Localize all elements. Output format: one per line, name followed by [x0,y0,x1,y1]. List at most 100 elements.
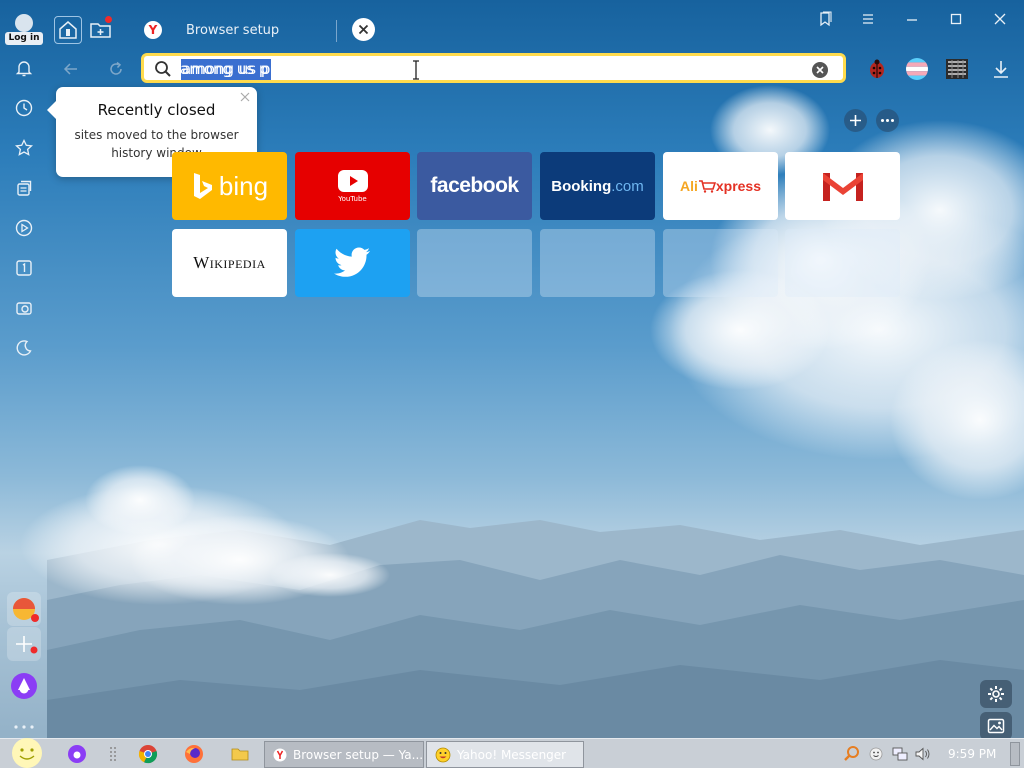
tab-browser-setup[interactable]: Browser setup [128,10,338,50]
bell-icon [15,61,33,77]
tab-counter-button[interactable] [10,254,38,282]
camera-icon [16,302,32,315]
popup-title: Recently closed [97,101,216,119]
task-label: Yahoo! Messenger [457,747,567,762]
tile-wikipedia[interactable]: Wikipedia [172,229,287,297]
tab-close-button[interactable] [352,18,375,41]
extension-ladybug-button[interactable] [864,56,890,82]
maximize-button[interactable] [941,8,971,30]
moon-icon [16,340,32,356]
screenshot-button[interactable] [10,294,38,322]
notification-dot [105,16,112,23]
tile-facebook[interactable]: facebook [417,152,532,220]
text-cursor-icon [413,60,419,80]
login-label: Log in [5,32,43,45]
add-sidebar-app-button[interactable] [7,627,41,661]
file-manager-taskbar-icon[interactable] [230,744,250,764]
tile-youtube[interactable]: YouTube [295,152,410,220]
tile-aliexpress[interactable]: Ali xpress [663,152,778,220]
image-icon [987,718,1005,734]
night-mode-button[interactable] [10,334,38,362]
download-icon [994,61,1008,78]
reload-button[interactable] [103,56,129,82]
tile-empty-slot[interactable] [417,229,532,297]
window-close-button[interactable] [985,8,1015,30]
chrome-icon [138,745,158,764]
tray-messenger-icon[interactable] [866,744,886,764]
grip-dots-icon [110,747,116,761]
close-icon [994,13,1006,25]
star-icon [14,138,34,156]
menu-button[interactable] [853,8,883,30]
taskbar-clock: 9:59 PM [948,747,997,761]
tile-empty-slot[interactable] [540,229,655,297]
extension-pride-flag-button[interactable] [904,56,930,82]
downloads-button[interactable] [988,56,1014,82]
show-desktop-button[interactable] [1010,742,1020,766]
back-button[interactable] [58,56,84,82]
tab-title: Browser setup [186,22,280,38]
bookmarks-panel-button[interactable] [810,8,840,30]
yandex-favicon-icon [144,21,162,39]
twitter-bird-icon [333,247,370,277]
tile-label: facebook [430,174,519,197]
firefox-taskbar-icon[interactable] [184,744,204,764]
plus-icon [850,115,861,126]
settings-button[interactable] [980,680,1012,708]
more-dots-icon [14,725,34,729]
clock-icon [15,99,33,117]
tile-empty-slot[interactable] [663,229,778,297]
alice-icon [68,745,86,763]
tiles-options-button[interactable] [876,109,899,132]
smiley-icon [869,747,883,761]
feed-avatar-icon [13,598,39,622]
tile-bing[interactable]: bing [172,152,287,220]
minimize-button[interactable] [897,8,927,30]
tray-network-icon[interactable] [890,744,910,764]
zen-feed-button[interactable] [7,592,41,626]
bing-logo-icon [193,173,212,199]
task-yahoo-messenger[interactable]: Yahoo! Messenger [426,741,584,768]
video-button[interactable] [10,214,38,242]
tile-twitter[interactable] [295,229,410,297]
home-tab-button[interactable] [54,16,82,44]
clear-input-icon[interactable] [811,61,829,79]
tile-gmail[interactable] [785,152,900,220]
alice-assistant-button[interactable] [10,672,38,700]
task-label: Browser setup — Ya... [292,747,423,762]
background-gallery-button[interactable] [980,712,1012,740]
tile-booking[interactable]: Booking .com [540,152,655,220]
network-icon [892,747,908,761]
start-button[interactable] [8,737,46,768]
new-tab-group-button[interactable] [88,16,114,42]
tile-label: Ali [679,178,698,194]
extension-pattern-button[interactable] [944,56,970,82]
tray-volume-icon[interactable] [913,744,933,764]
magnifier-icon [844,746,859,761]
more-dots-icon [881,119,894,122]
tray-search-icon[interactable] [842,744,862,764]
ladybug-icon [870,59,884,78]
play-icon [15,219,33,237]
tile-label: Booking [551,177,612,195]
user-avatar-icon [15,14,33,32]
address-bar[interactable]: among us p [141,53,846,83]
collections-button[interactable] [10,174,38,202]
history-button[interactable] [10,94,38,122]
alice-taskbar-icon[interactable] [67,744,87,764]
smiley-start-icon [12,738,42,768]
login-button[interactable]: Log in [5,14,43,46]
home-tab-icon [59,21,77,39]
tile-empty-slot[interactable] [785,229,900,297]
chrome-taskbar-icon[interactable] [138,744,158,764]
bookmarks-button[interactable] [10,134,38,162]
arrow-left-icon [63,63,77,75]
bookmark-stack-icon [820,11,832,27]
tile-label: bing [218,170,269,201]
address-input[interactable] [180,58,800,80]
tab-count-icon [16,260,32,276]
add-tile-button[interactable] [844,109,867,132]
notifications-button[interactable] [10,54,38,82]
taskbar-grip [108,744,118,764]
task-browser-setup[interactable]: Browser setup — Ya... [264,741,424,768]
